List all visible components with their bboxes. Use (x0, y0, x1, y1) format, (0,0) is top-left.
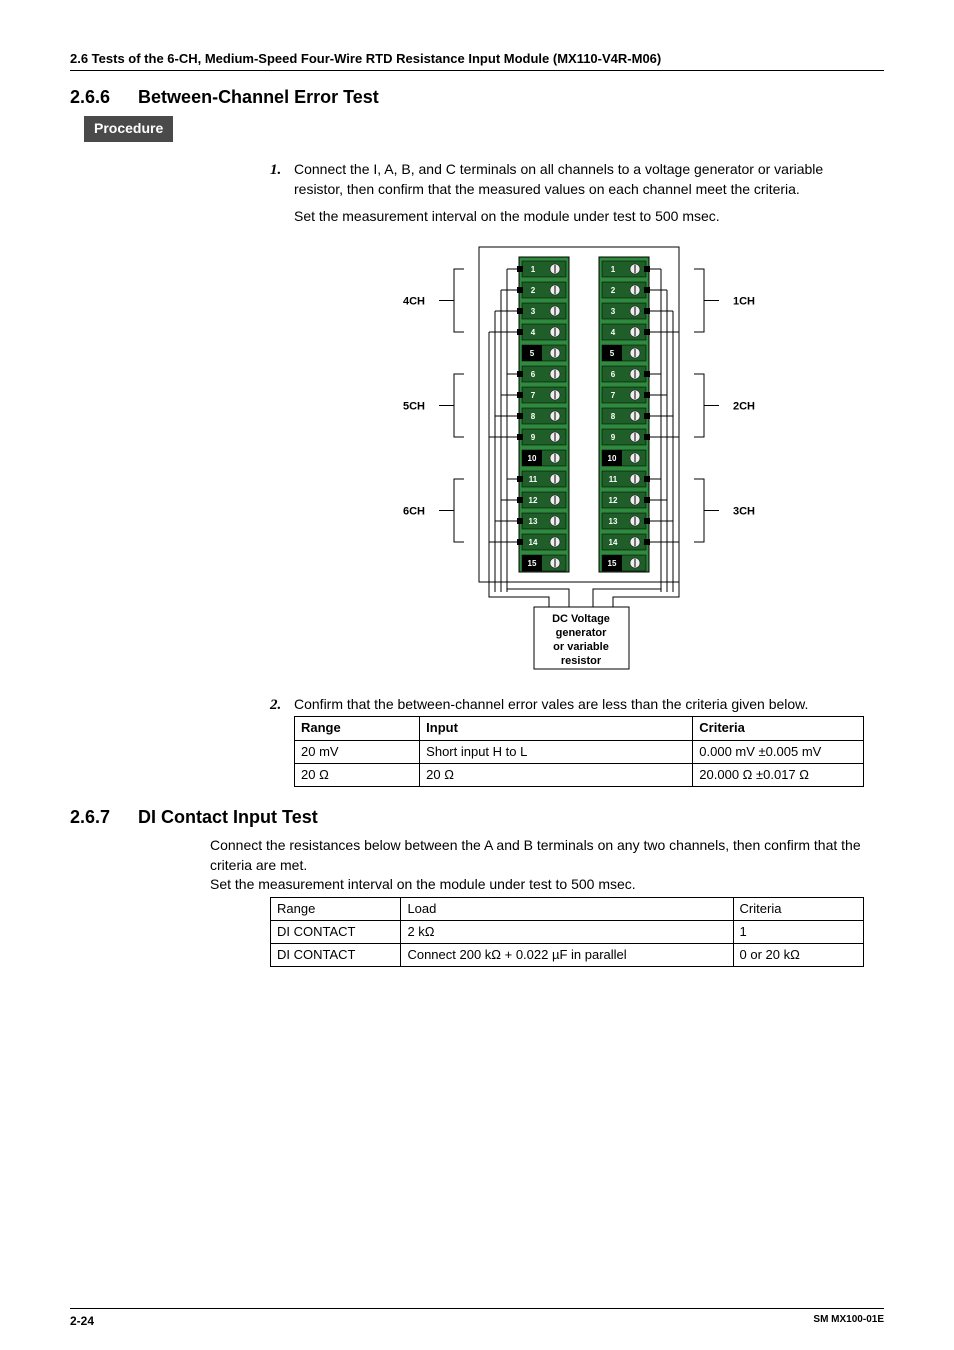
td: Connect 200 kΩ + 0.022 µF in parallel (401, 944, 733, 967)
svg-text:4CH: 4CH (403, 295, 425, 307)
td: 20 Ω (420, 763, 693, 786)
svg-text:7: 7 (611, 391, 616, 400)
svg-text:8: 8 (531, 412, 536, 421)
table-row: DI CONTACT Connect 200 kΩ + 0.022 µF in … (271, 944, 864, 967)
svg-text:12: 12 (609, 496, 618, 505)
svg-text:or variable: or variable (553, 641, 609, 653)
step-2-para-1: Confirm that the between-channel error v… (294, 695, 864, 715)
section-267-num: 2.6.7 (70, 805, 110, 830)
svg-text:9: 9 (531, 433, 536, 442)
svg-text:3: 3 (531, 307, 536, 316)
svg-text:5: 5 (610, 349, 615, 358)
section-266-num: 2.6.6 (70, 85, 110, 110)
svg-text:/C: /C (580, 328, 588, 337)
svg-text:/I: /I (582, 475, 586, 484)
svg-text:6CH: 6CH (403, 505, 425, 517)
svg-text:2CH: 2CH (733, 400, 755, 412)
td: 1 (733, 921, 863, 944)
svg-text:14: 14 (529, 538, 538, 547)
section-266-title: Between-Channel Error Test (138, 85, 379, 110)
svg-text:-/B: -/B (579, 307, 590, 316)
td: 20.000 Ω ±0.017 Ω (693, 763, 864, 786)
doc-id: SM MX100-01E (813, 1313, 884, 1330)
step-1: Connect the I, A, B, and C terminals on … (270, 160, 864, 677)
svg-text:14: 14 (609, 538, 618, 547)
svg-text:/C: /C (580, 538, 588, 547)
td-criteria: Criteria (733, 897, 863, 920)
svg-text:1: 1 (531, 265, 536, 274)
svg-text:/C: /C (580, 433, 588, 442)
th-criteria: Criteria (693, 717, 864, 740)
svg-text:1CH: 1CH (733, 295, 755, 307)
svg-text:10: 10 (608, 454, 617, 463)
td: DI CONTACT (271, 921, 401, 944)
svg-text:3CH: 3CH (733, 505, 755, 517)
th-input: Input (420, 717, 693, 740)
td: 0 or 20 kΩ (733, 944, 863, 967)
section-267-para-1: Connect the resistances below between th… (210, 836, 864, 875)
svg-text:/I: /I (582, 370, 586, 379)
wiring-diagram: 1122334455556677889910101010111112121313… (369, 237, 789, 677)
table-row: 20 Ω 20 Ω 20.000 Ω ±0.017 Ω (295, 763, 864, 786)
table-row: 20 mV Short input H to L 0.000 mV ±0.005… (295, 740, 864, 763)
svg-text:11: 11 (529, 475, 538, 484)
svg-text:15: 15 (528, 559, 537, 568)
svg-text:6: 6 (611, 370, 616, 379)
svg-text:3: 3 (611, 307, 616, 316)
svg-text:-/B: -/B (579, 517, 590, 526)
criteria-table-266: Range Input Criteria 20 mV Short input H… (294, 716, 864, 787)
td: 0.000 mV ±0.005 mV (693, 740, 864, 763)
page-footer: 2-24 SM MX100-01E (70, 1308, 884, 1330)
svg-text:9: 9 (611, 433, 616, 442)
svg-text:/I: /I (582, 265, 586, 274)
svg-text:13: 13 (529, 517, 538, 526)
svg-text:4: 4 (611, 328, 616, 337)
svg-text:generator: generator (556, 627, 607, 639)
table-row: DI CONTACT 2 kΩ 1 (271, 921, 864, 944)
svg-text:4: 4 (531, 328, 536, 337)
td: 2 kΩ (401, 921, 733, 944)
step-2: Confirm that the between-channel error v… (270, 695, 864, 787)
section-266-header: 2.6.6 Between-Channel Error Test (70, 85, 884, 110)
section-267-para-2: Set the measurement interval on the modu… (210, 875, 864, 895)
svg-text:2: 2 (531, 286, 536, 295)
svg-text:+/A: +/A (578, 391, 591, 400)
svg-text:2: 2 (611, 286, 616, 295)
svg-text:5: 5 (530, 349, 535, 358)
svg-text:+/A: +/A (578, 286, 591, 295)
svg-text:DC Voltage: DC Voltage (552, 613, 610, 625)
page-number: 2-24 (70, 1313, 94, 1330)
th-range: Range (295, 717, 420, 740)
td-load: Load (401, 897, 733, 920)
running-header: 2.6 Tests of the 6-CH, Medium-Speed Four… (70, 50, 884, 71)
svg-text:+/A: +/A (578, 496, 591, 505)
step-1-para-1: Connect the I, A, B, and C terminals on … (294, 160, 864, 199)
svg-text:13: 13 (609, 517, 618, 526)
criteria-table-267: Range Load Criteria DI CONTACT 2 kΩ 1 DI… (270, 897, 864, 968)
svg-text:10: 10 (528, 454, 537, 463)
td: Short input H to L (420, 740, 693, 763)
svg-text:15: 15 (608, 559, 617, 568)
step-1-para-2: Set the measurement interval on the modu… (294, 207, 864, 227)
svg-text:1: 1 (611, 265, 616, 274)
svg-text:5CH: 5CH (403, 400, 425, 412)
svg-text:8: 8 (611, 412, 616, 421)
svg-text:6: 6 (531, 370, 536, 379)
svg-text:-/B: -/B (579, 412, 590, 421)
procedure-badge: Procedure (84, 116, 173, 142)
table-row: Range Load Criteria (271, 897, 864, 920)
section-267-title: DI Contact Input Test (138, 805, 318, 830)
svg-text:11: 11 (609, 475, 618, 484)
svg-text:7: 7 (531, 391, 536, 400)
section-267-header: 2.6.7 DI Contact Input Test (70, 805, 884, 830)
table-row: Range Input Criteria (295, 717, 864, 740)
td-range: Range (271, 897, 401, 920)
td: 20 mV (295, 740, 420, 763)
svg-text:12: 12 (529, 496, 538, 505)
td: 20 Ω (295, 763, 420, 786)
td: DI CONTACT (271, 944, 401, 967)
svg-text:resistor: resistor (561, 655, 602, 667)
